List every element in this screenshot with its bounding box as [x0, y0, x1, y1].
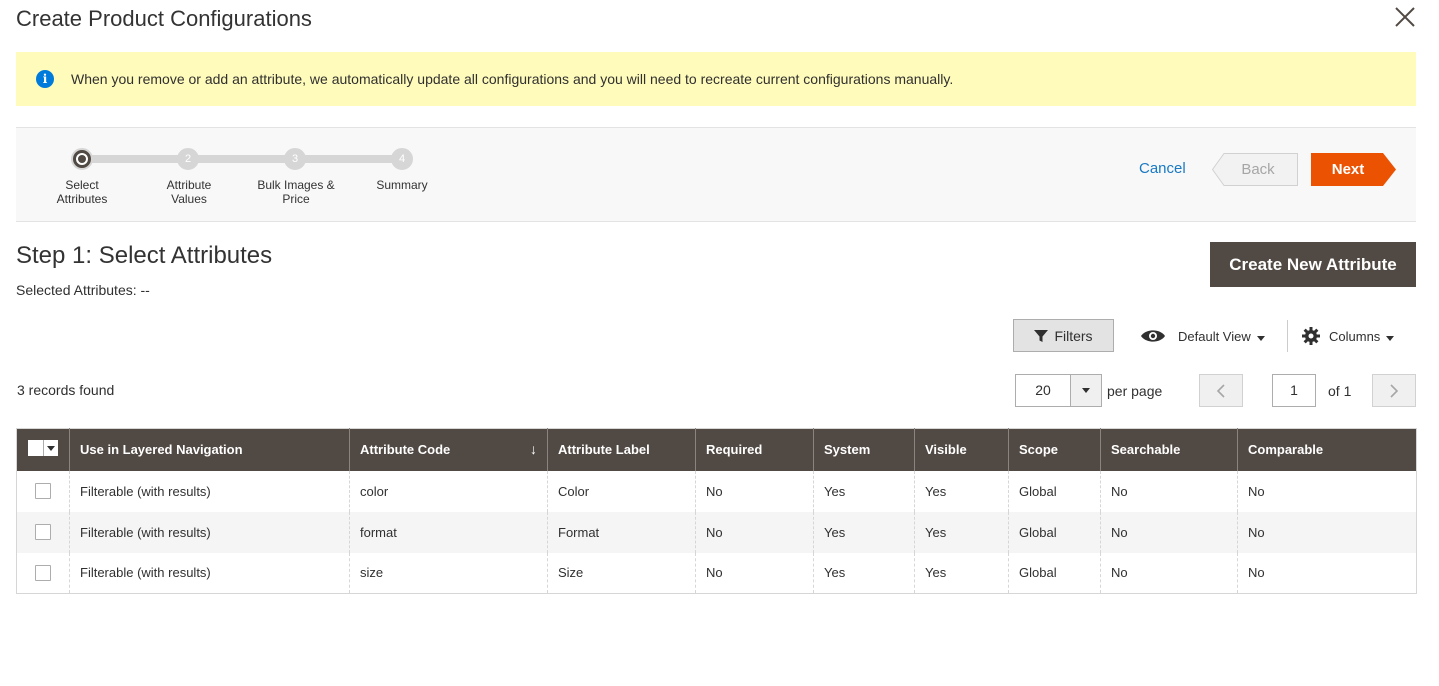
wizard-bar	[16, 127, 1416, 222]
wizard-step-4-dot: 4	[391, 148, 413, 170]
records-found: 3 records found	[17, 382, 115, 398]
cell-searchable: No	[1100, 470, 1238, 512]
gear-icon	[1302, 327, 1320, 345]
cell-searchable: No	[1100, 511, 1238, 553]
cell-visible: Yes	[914, 552, 1009, 594]
notice-text: When you remove or add an attribute, we …	[71, 71, 954, 87]
create-new-attribute-button[interactable]: Create New Attribute	[1210, 242, 1416, 287]
cell-required: No	[695, 470, 814, 512]
mass-select-checkbox[interactable]	[28, 440, 44, 457]
page-total: of 1	[1328, 383, 1352, 399]
previous-page-button[interactable]	[1199, 374, 1243, 407]
column-header-searchable[interactable]: Searchable	[1100, 428, 1238, 471]
column-header-required[interactable]: Required	[695, 428, 814, 471]
cell-required: No	[695, 552, 814, 594]
mass-select-dropdown[interactable]	[28, 440, 58, 457]
table-row[interactable]: Filterable (with results) color Color No…	[16, 470, 1417, 512]
wizard-step-2-dot: 2	[177, 148, 199, 170]
mass-select-header[interactable]	[16, 428, 70, 471]
per-page-label: per page	[1107, 383, 1163, 399]
cell-comparable: No	[1237, 552, 1417, 594]
eye-icon	[1141, 330, 1165, 342]
toolbar-divider	[1287, 320, 1288, 352]
step-title: Step 1: Select Attributes	[16, 242, 273, 269]
caret-down-icon[interactable]	[44, 440, 58, 457]
next-button[interactable]: Next	[1311, 153, 1397, 186]
wizard-step-1-dot[interactable]	[71, 148, 93, 170]
attributes-grid: Use in Layered Navigation Attribute Code…	[16, 428, 1417, 594]
table-row[interactable]: Filterable (with results) size Size No Y…	[16, 552, 1417, 594]
cell-visible: Yes	[914, 511, 1009, 553]
next-page-button[interactable]	[1372, 374, 1416, 407]
wizard-step-1-label[interactable]: Select Attributes	[32, 178, 132, 206]
filter-icon	[1034, 329, 1049, 342]
chevron-left-icon	[1216, 383, 1225, 398]
cell-layered-navigation: Filterable (with results)	[69, 552, 350, 594]
cell-scope: Global	[1008, 470, 1101, 512]
row-checkbox[interactable]	[35, 524, 51, 541]
back-button[interactable]: Back	[1212, 153, 1298, 186]
filters-button[interactable]: Filters	[1013, 319, 1114, 352]
wizard-step-3-dot: 3	[284, 148, 306, 170]
column-header-attribute-label[interactable]: Attribute Label	[547, 428, 696, 471]
column-header-attribute-code[interactable]: Attribute Code ↓	[349, 428, 548, 471]
column-header-scope[interactable]: Scope	[1008, 428, 1101, 471]
info-icon: i	[36, 70, 54, 88]
cell-attribute-code: size	[349, 552, 548, 594]
modal-title: Create Product Configurations	[16, 6, 312, 31]
table-row[interactable]: Filterable (with results) format Format …	[16, 511, 1417, 553]
wizard-progress-track	[82, 155, 402, 163]
cell-system: Yes	[813, 511, 915, 553]
cell-visible: Yes	[914, 470, 1009, 512]
cell-system: Yes	[813, 470, 915, 512]
cancel-link[interactable]: Cancel	[1139, 160, 1186, 177]
default-view-dropdown[interactable]: Default View	[1140, 324, 1265, 348]
caret-down-icon	[1256, 335, 1265, 341]
wizard-step-3-label: Bulk Images & Price	[257, 178, 335, 206]
cell-layered-navigation: Filterable (with results)	[69, 470, 350, 512]
column-header-comparable[interactable]: Comparable	[1237, 428, 1417, 471]
cell-scope: Global	[1008, 552, 1101, 594]
cell-comparable: No	[1237, 470, 1417, 512]
cell-required: No	[695, 511, 814, 553]
sort-down-icon: ↓	[530, 441, 537, 457]
close-icon[interactable]	[1393, 5, 1417, 29]
cell-attribute-label: Format	[547, 511, 696, 553]
cell-attribute-code: format	[349, 511, 548, 553]
cell-layered-navigation: Filterable (with results)	[69, 511, 350, 553]
row-checkbox[interactable]	[35, 483, 51, 500]
cell-searchable: No	[1100, 552, 1238, 594]
per-page-select[interactable]: 20	[1015, 374, 1102, 407]
grid-header-row: Use in Layered Navigation Attribute Code…	[16, 428, 1417, 471]
wizard-step-2-label: Attribute Values	[166, 178, 212, 206]
selected-attributes: Selected Attributes: --	[16, 282, 150, 298]
chevron-right-icon	[1390, 383, 1399, 398]
cell-system: Yes	[813, 552, 915, 594]
caret-down-icon	[1386, 335, 1395, 341]
cell-comparable: No	[1237, 511, 1417, 553]
row-checkbox[interactable]	[35, 565, 51, 582]
cell-scope: Global	[1008, 511, 1101, 553]
column-header-system[interactable]: System	[813, 428, 915, 471]
columns-dropdown[interactable]: Columns	[1302, 324, 1395, 348]
caret-down-icon[interactable]	[1070, 375, 1101, 406]
column-header-visible[interactable]: Visible	[914, 428, 1009, 471]
cell-attribute-label: Size	[547, 552, 696, 594]
cell-attribute-code: color	[349, 470, 548, 512]
cell-attribute-label: Color	[547, 470, 696, 512]
column-header-layered-navigation[interactable]: Use in Layered Navigation	[69, 428, 350, 471]
wizard-step-4-label: Summary	[376, 178, 428, 192]
current-page-input[interactable]: 1	[1272, 374, 1316, 407]
notice-message: i When you remove or add an attribute, w…	[16, 52, 1416, 106]
